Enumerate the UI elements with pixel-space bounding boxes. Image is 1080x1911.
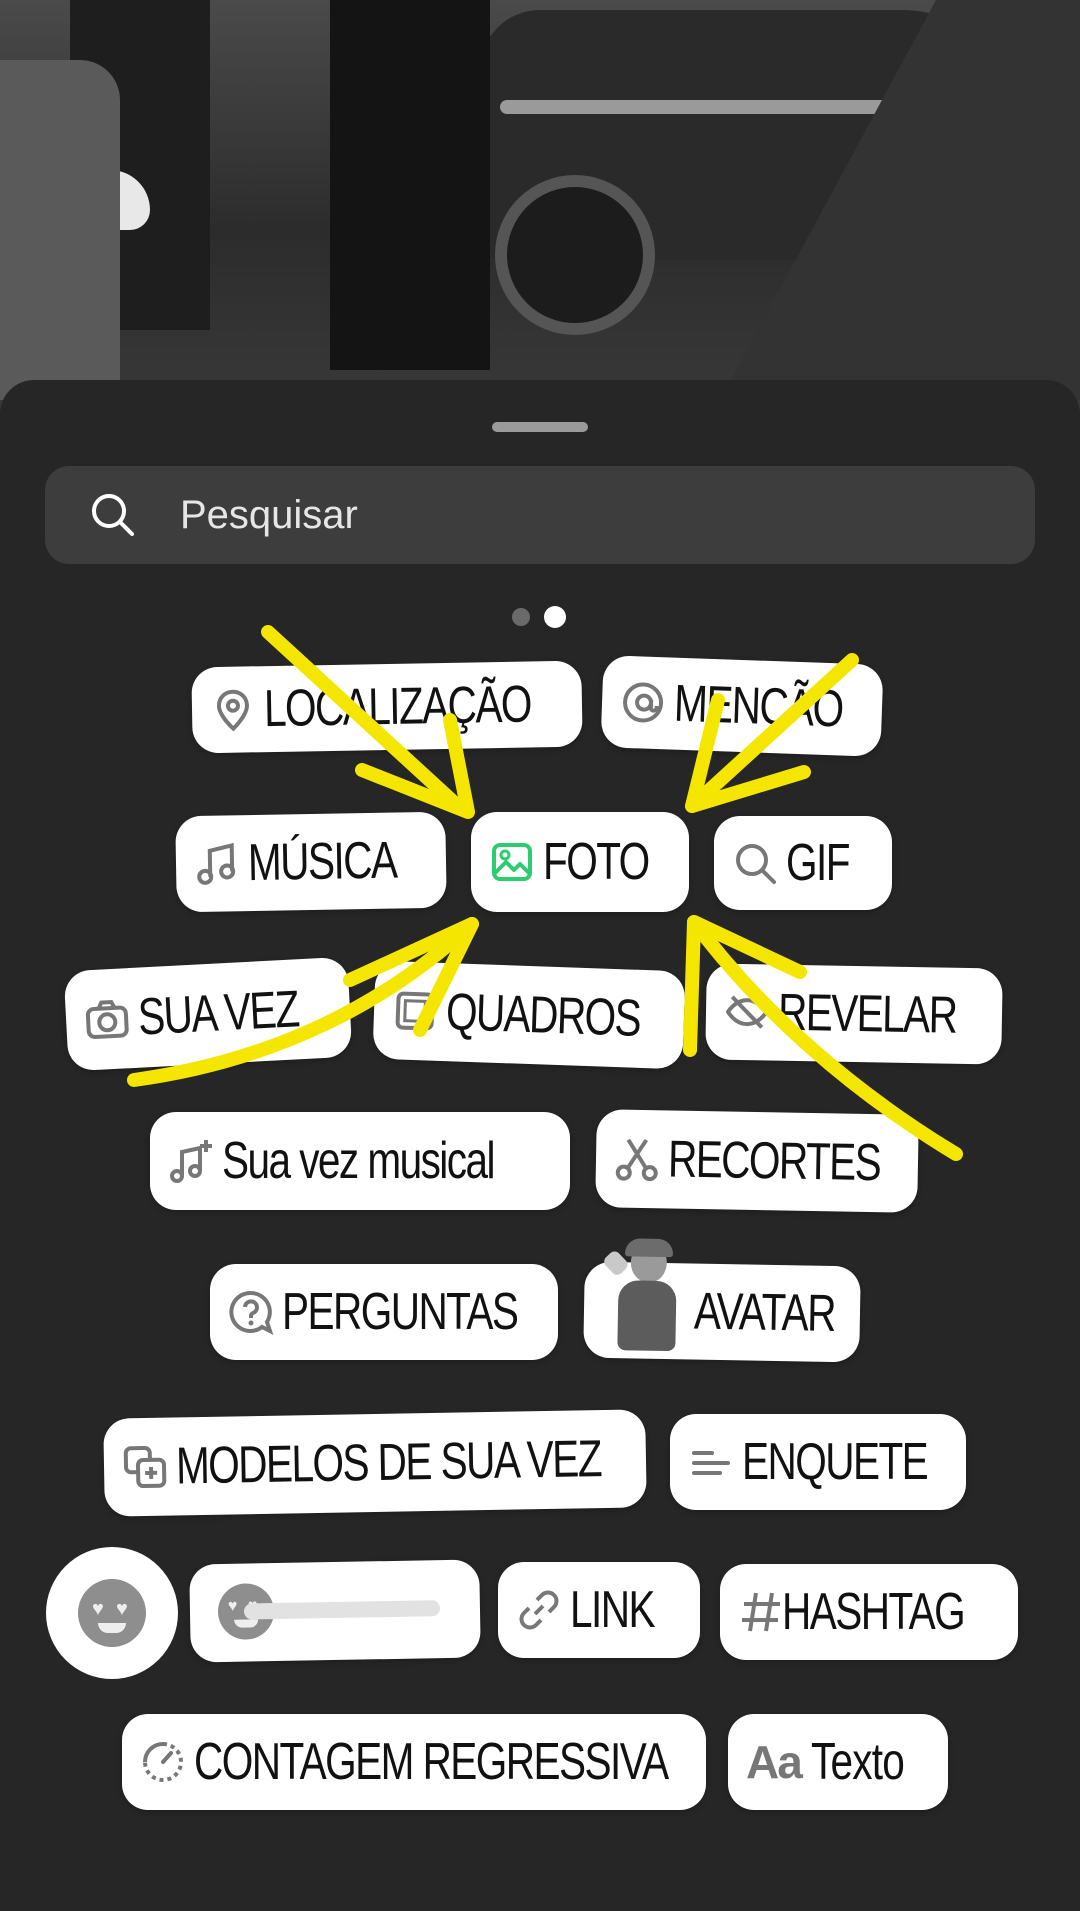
sticker-reveal[interactable]: REVELAR	[705, 963, 1003, 1065]
sticker-poll[interactable]: ENQUETE	[670, 1414, 966, 1510]
search-gif-icon	[732, 840, 778, 886]
sticker-label: MÚSICA	[247, 831, 397, 893]
photo-gallery-icon	[489, 839, 535, 885]
sticker-label: SUA VEZ	[136, 980, 300, 1047]
music-note-icon	[194, 840, 241, 887]
sticker-label: HASHTAG	[782, 1583, 966, 1641]
sticker-label: MENÇÃO	[673, 674, 844, 739]
sticker-label: REVELAR	[777, 983, 957, 1045]
sticker-avatar[interactable]: AVATAR	[583, 1238, 861, 1363]
threads-at-icon	[619, 679, 667, 727]
heart-eyes-emoji-icon: ♥ ♥	[78, 1579, 146, 1647]
sticker-emoji-slider[interactable]: ♥ ♥	[189, 1559, 481, 1663]
sticker-label: ENQUETE	[742, 1433, 929, 1491]
countdown-timer-icon	[140, 1739, 186, 1785]
sticker-photo[interactable]: FOTO	[471, 812, 689, 912]
sticker-label: MODELOS DE SUA VEZ	[175, 1430, 602, 1496]
sticker-label: GIF	[786, 834, 850, 892]
sticker-hashtag[interactable]: HASHTAG	[720, 1564, 1018, 1660]
sticker-location[interactable]: LOCALIZAÇÃO	[191, 660, 583, 754]
sticker-label: CONTAGEM REGRESSIVA	[194, 1733, 669, 1791]
sticker-gif[interactable]: GIF	[714, 816, 892, 910]
search-input[interactable]: Pesquisar	[180, 466, 358, 564]
sticker-questions[interactable]: PERGUNTAS	[210, 1264, 558, 1360]
camera-icon	[83, 995, 131, 1043]
scissors-icon	[614, 1136, 661, 1183]
text-aa-icon: Aa	[746, 1736, 803, 1788]
sticker-emoji-reaction[interactable]: ♥ ♥	[46, 1547, 178, 1679]
sticker-label: LOCALIZAÇÃO	[263, 675, 532, 739]
sticker-label: LINK	[570, 1581, 655, 1639]
sticker-label: PERGUNTAS	[282, 1283, 519, 1341]
music-plus-icon	[168, 1138, 214, 1184]
location-pin-icon	[210, 686, 257, 733]
sticker-label: AVATAR	[693, 1282, 836, 1343]
sticker-music[interactable]: MÚSICA	[175, 811, 447, 913]
sticker-your-turn[interactable]: SUA VEZ	[63, 956, 353, 1072]
sheet-grabber[interactable]	[492, 422, 588, 432]
link-chain-icon	[516, 1587, 562, 1633]
templates-add-icon	[122, 1444, 169, 1491]
sticker-countdown[interactable]: CONTAGEM REGRESSIVA	[122, 1714, 706, 1810]
page-dot-2-active[interactable]	[544, 606, 566, 628]
eye-slash-icon	[724, 989, 771, 1036]
search-bar[interactable]: Pesquisar	[45, 466, 1035, 564]
sticker-your-turn-templates[interactable]: MODELOS DE SUA VEZ	[103, 1409, 647, 1517]
page-dot-1[interactable]	[512, 608, 530, 626]
frame-icon	[391, 987, 439, 1035]
sticker-label: QUADROS	[445, 983, 642, 1048]
sticker-label: RECORTES	[667, 1130, 881, 1193]
search-icon	[89, 491, 137, 539]
sticker-mention[interactable]: MENÇÃO	[600, 655, 884, 757]
slider-track[interactable]	[243, 1600, 441, 1620]
sticker-your-turn-music[interactable]: Sua vez musical	[150, 1112, 570, 1210]
sticker-cutouts[interactable]: RECORTES	[595, 1109, 919, 1213]
sticker-link[interactable]: LINK	[498, 1562, 700, 1658]
page-indicator	[512, 606, 572, 632]
sticker-text[interactable]: Aa Texto	[728, 1714, 948, 1810]
hashtag-icon	[738, 1589, 780, 1635]
sticker-label: Texto	[810, 1733, 905, 1791]
sticker-label: Sua vez musical	[222, 1132, 495, 1190]
poll-lines-icon	[688, 1439, 734, 1485]
sticker-label: FOTO	[543, 833, 650, 891]
sticker-frames[interactable]: QUADROS	[372, 960, 686, 1070]
question-bubble-icon	[228, 1289, 274, 1335]
background-photo	[0, 0, 1080, 420]
avatar-figure	[601, 1238, 685, 1357]
